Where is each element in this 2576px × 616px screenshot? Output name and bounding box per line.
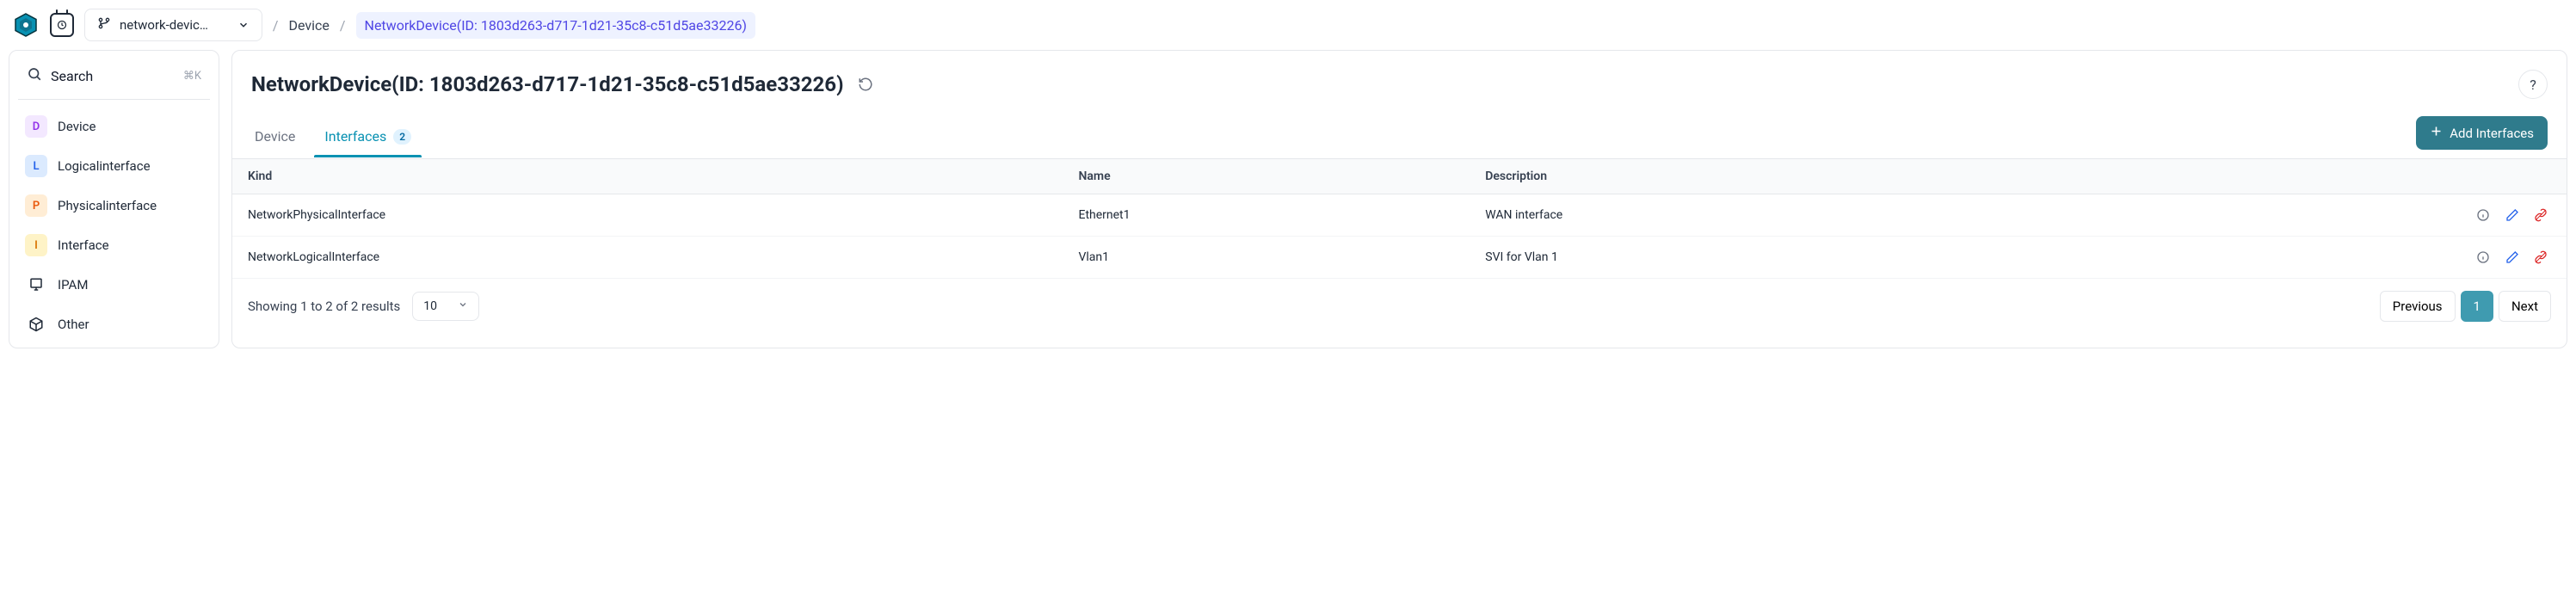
col-kind: Kind: [232, 159, 1063, 194]
col-actions: [2003, 159, 2567, 194]
app-logo-icon[interactable]: [12, 11, 40, 39]
sidebar-item-label: Other: [58, 317, 89, 332]
branch-selector[interactable]: network-devic…: [84, 9, 262, 41]
tab-device[interactable]: Device: [251, 118, 299, 157]
info-icon[interactable]: [2473, 247, 2493, 268]
chevron-down-icon: [237, 19, 250, 31]
cell-description: WAN interface: [1470, 194, 2003, 237]
cell-description: SVI for Vlan 1: [1470, 237, 2003, 279]
table-row[interactable]: NetworkLogicalInterface Vlan1 SVI for Vl…: [232, 237, 2567, 279]
sidebar-item-other[interactable]: Other: [18, 305, 210, 344]
page-title: NetworkDevice(ID: 1803d263-d717-1d21-35c…: [251, 72, 844, 96]
add-button-label: Add Interfaces: [2450, 126, 2534, 141]
interface-badge-icon: I: [25, 234, 47, 256]
edit-icon[interactable]: [2502, 205, 2523, 225]
table-row[interactable]: NetworkPhysicalInterface Ethernet1 WAN i…: [232, 194, 2567, 237]
breadcrumb-sep: /: [340, 17, 346, 34]
sidebar-item-logicalinterface[interactable]: L Logicalinterface: [18, 146, 210, 186]
next-button[interactable]: Next: [2499, 291, 2551, 322]
cell-kind: NetworkPhysicalInterface: [232, 194, 1063, 237]
logical-badge-icon: L: [25, 155, 47, 177]
branch-label: network-devic…: [120, 17, 208, 33]
help-button[interactable]: ?: [2518, 70, 2548, 99]
sidebar-item-label: Interface: [58, 237, 109, 253]
cell-name: Ethernet1: [1063, 194, 1470, 237]
sidebar-item-interface[interactable]: I Interface: [18, 225, 210, 265]
sidebar-divider: [18, 99, 210, 100]
search-icon: [27, 66, 42, 85]
cube-icon: [25, 313, 47, 336]
breadcrumb-current[interactable]: NetworkDevice(ID: 1803d263-d717-1d21-35c…: [356, 12, 755, 39]
branch-icon: [97, 16, 111, 34]
cell-name: Vlan1: [1063, 237, 1470, 279]
search-shortcut: ⌘K: [183, 70, 201, 83]
breadcrumb-root[interactable]: Device: [289, 17, 330, 34]
breadcrumb-sep: /: [273, 17, 279, 34]
unlink-icon[interactable]: [2530, 205, 2551, 225]
tab-label: Interfaces: [324, 128, 386, 145]
results-text: Showing 1 to 2 of 2 results: [248, 299, 400, 314]
tab-label: Device: [255, 128, 295, 145]
previous-button[interactable]: Previous: [2380, 291, 2456, 322]
plus-icon: [2430, 125, 2443, 141]
breadcrumb: / Device / NetworkDevice(ID: 1803d263-d7…: [273, 12, 755, 39]
cell-kind: NetworkLogicalInterface: [232, 237, 1063, 279]
page-size-value: 10: [423, 299, 437, 313]
sidebar-item-physicalinterface[interactable]: P Physicalinterface: [18, 186, 210, 225]
interfaces-table: Kind Name Description NetworkPhysicalInt…: [232, 159, 2567, 279]
search-label: Search: [51, 68, 175, 84]
page-number-button[interactable]: 1: [2461, 291, 2493, 322]
search-input[interactable]: Search ⌘K: [18, 59, 210, 92]
reload-icon[interactable]: [856, 75, 875, 94]
device-badge-icon: D: [25, 115, 47, 138]
info-icon[interactable]: [2473, 205, 2493, 225]
edit-icon[interactable]: [2502, 247, 2523, 268]
tab-interfaces[interactable]: Interfaces 2: [321, 118, 415, 157]
sidebar-item-label: IPAM: [58, 277, 88, 293]
sidebar-item-ipam[interactable]: IPAM: [18, 265, 210, 305]
ipam-icon: [25, 274, 47, 296]
sidebar-item-label: Physicalinterface: [58, 198, 157, 213]
unlink-icon[interactable]: [2530, 247, 2551, 268]
sidebar-item-label: Logicalinterface: [58, 158, 151, 174]
sidebar-item-label: Device: [58, 119, 96, 134]
tab-count-badge: 2: [393, 129, 411, 145]
calendar-icon[interactable]: [50, 13, 74, 37]
col-description: Description: [1470, 159, 2003, 194]
add-interfaces-button[interactable]: Add Interfaces: [2416, 116, 2548, 150]
col-name: Name: [1063, 159, 1470, 194]
sidebar-item-device[interactable]: D Device: [18, 107, 210, 146]
chevron-down-icon: [458, 299, 468, 313]
page-size-selector[interactable]: 10: [412, 292, 479, 321]
physical-badge-icon: P: [25, 194, 47, 217]
main-content: NetworkDevice(ID: 1803d263-d717-1d21-35c…: [231, 50, 2567, 348]
sidebar: Search ⌘K D Device L Logicalinterface P …: [9, 50, 219, 348]
